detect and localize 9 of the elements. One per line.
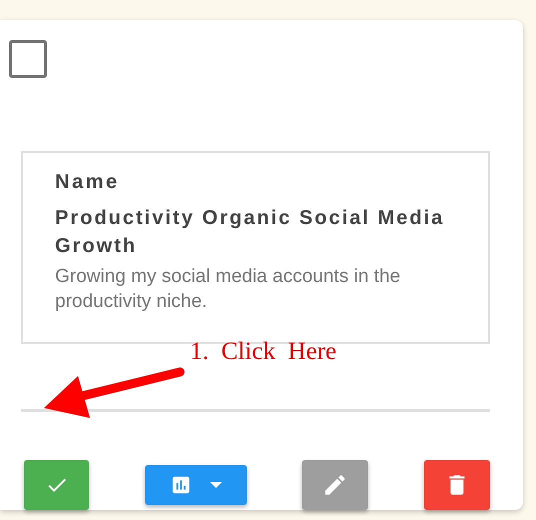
delete-button[interactable] xyxy=(424,460,490,510)
caret-icon xyxy=(210,482,222,488)
goal-description: Growing my social media accounts in the productivity niche. xyxy=(55,264,402,314)
edit-button[interactable] xyxy=(302,460,368,510)
stats-dropdown-button[interactable] xyxy=(144,465,247,505)
annotation-text: 1. Click Here xyxy=(190,338,336,366)
goal-title: Productivity Organic Social Media Growth xyxy=(55,206,446,259)
field-label: Name xyxy=(55,170,120,194)
checkbox[interactable] xyxy=(9,40,47,78)
